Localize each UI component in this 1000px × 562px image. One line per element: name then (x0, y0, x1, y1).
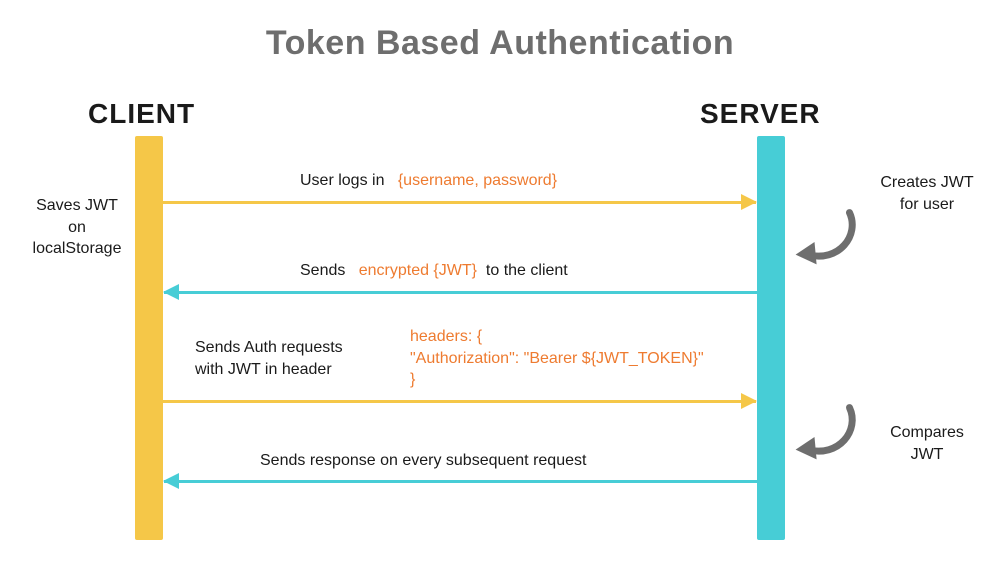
msg4-arrow (164, 480, 757, 483)
arrow-left-icon (163, 284, 179, 300)
msg2-highlight: encrypted {JWT} (359, 262, 477, 279)
msg2-pre: Sends (300, 262, 345, 279)
loop-arrow-icon (790, 395, 860, 465)
msg3-code: headers: { "Authorization": "Bearer ${JW… (410, 326, 704, 391)
server-note-create: Creates JWT for user (872, 172, 982, 215)
msg2-arrow (164, 291, 757, 294)
msg3-arrow (163, 400, 756, 403)
client-note-save: Saves JWT on localStorage (22, 195, 132, 260)
msg1-highlight: {username, password} (398, 172, 557, 189)
arrow-right-icon (741, 194, 757, 210)
msg4-label: Sends response on every subsequent reque… (260, 452, 586, 470)
server-label: SERVER (700, 98, 821, 130)
client-label: CLIENT (88, 98, 195, 130)
arrow-right-icon (741, 393, 757, 409)
msg1-text: User logs in (300, 172, 384, 189)
loop-arrow-icon (790, 200, 860, 270)
diagram-title: Token Based Authentication (0, 0, 1000, 63)
msg2-label: Sends encrypted {JWT} to the client (300, 262, 568, 280)
arrow-left-icon (163, 473, 179, 489)
msg1-label: User logs in {username, password} (300, 172, 557, 190)
msg3-label: Sends Auth requests with JWT in header (195, 337, 395, 380)
msg1-arrow (163, 201, 756, 204)
server-note-compare: Compares JWT (872, 422, 982, 465)
client-lifeline (135, 136, 163, 540)
server-lifeline (757, 136, 785, 540)
